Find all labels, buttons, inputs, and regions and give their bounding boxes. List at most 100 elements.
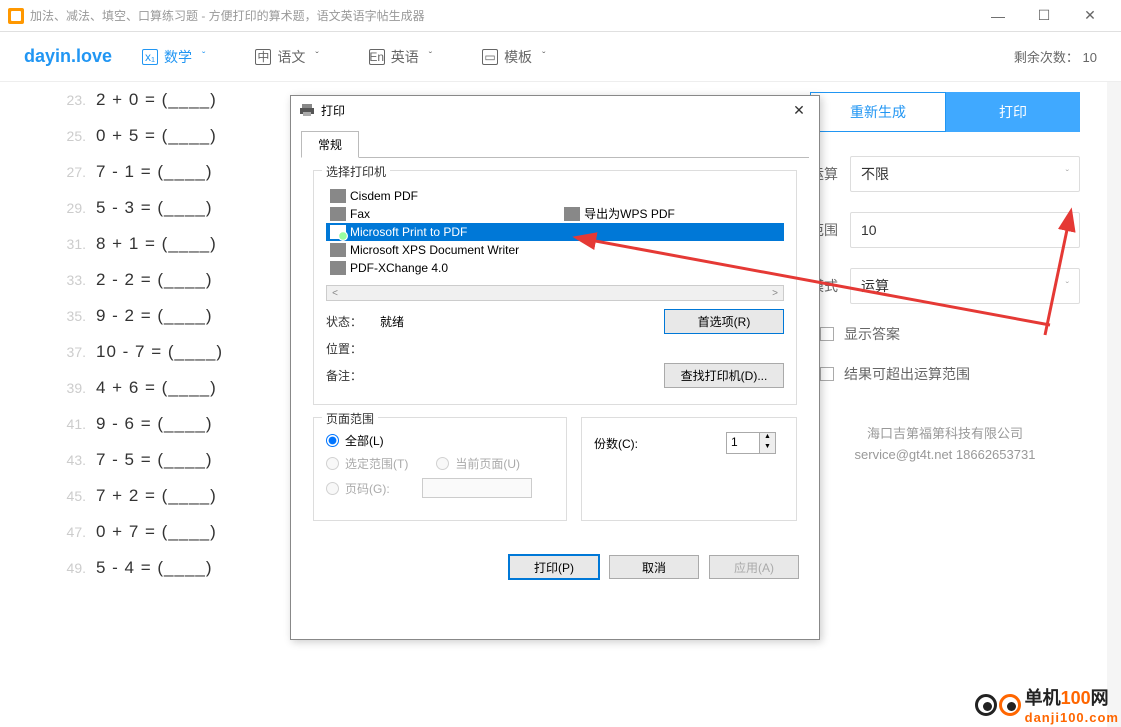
preferences-button[interactable]: 首选项(R) [664,309,784,334]
range-current-radio [436,457,449,470]
scroll-right-icon[interactable]: > [767,288,783,299]
nav-template-label: 模板 [504,47,532,67]
printer-name: Microsoft Print to PDF [350,225,467,239]
sidebar: 重新生成 打印 运算 不限 ˇ 范围 10 ˇ 模式 运算 ˇ 显 [810,82,1110,727]
operation-select[interactable]: 不限 ˇ [850,156,1080,192]
range-pages-label: 页码(G): [345,480,390,497]
dialog-print-button[interactable]: 打印(P) [509,555,599,579]
logo: dayin.love [24,46,112,67]
eye-icon [975,694,997,716]
copies-spinner[interactable]: 1 ▲ ▼ [726,432,776,454]
printer-wps[interactable]: 导出为WPS PDF [564,205,675,222]
notes-label: 备注： [326,367,376,384]
dialog-title-text: 打印 [321,102,345,119]
range-all-radio[interactable] [326,434,339,447]
problem-number: 31. [60,236,96,252]
problem-number: 25. [60,128,96,144]
printer-item[interactable]: PDF-XChange 4.0 [326,259,784,277]
print-button[interactable]: 打印 [946,92,1080,132]
maximize-button[interactable]: ☐ [1021,0,1067,32]
dialog-titlebar: 打印 ✕ [291,96,819,124]
problem-number: 27. [60,164,96,180]
scroll-left-icon[interactable]: < [327,288,343,299]
problem-number: 23. [60,92,96,108]
select-printer-label: 选择打印机 [322,163,390,180]
problem-text: 0 + 7 = (____) [96,522,217,542]
remaining-count: 剩余次数： 10 [1014,47,1097,66]
printer-list[interactable]: Cisdem PDF Fax Microsoft Print to PDF Micro… [326,187,784,277]
printer-item[interactable]: Microsoft Print to PDF [326,223,784,241]
dialog-close-button[interactable]: ✕ [787,102,811,119]
printer-name: Fax [350,207,370,221]
location-label: 位置： [326,340,376,357]
problem-number: 49. [60,560,96,576]
printer-name: Cisdem PDF [350,189,418,203]
problem-text: 10 - 7 = (____) [96,342,223,362]
problem-text: 7 + 2 = (____) [96,486,217,506]
problem-number: 29. [60,200,96,216]
nav-math-label: 数学 [164,47,192,67]
printer-item[interactable]: Microsoft XPS Document Writer [326,241,784,259]
show-answers-label: 显示答案 [844,324,900,344]
chevron-down-icon: ˇ [1066,169,1069,180]
page-scrollbar[interactable] [1107,82,1121,727]
problem-number: 41. [60,416,96,432]
show-answers-checkbox[interactable] [820,327,834,341]
nav-english[interactable]: En 英语 ˇ [369,47,432,67]
app-icon [8,8,24,24]
chevron-down-icon: ˇ [429,51,432,62]
minimize-button[interactable]: — [975,0,1021,32]
overflow-checkbox[interactable] [820,367,834,381]
spinner-up-icon[interactable]: ▲ [759,433,775,443]
template-icon: ▭ [482,49,498,65]
range-selection-radio [326,457,339,470]
chevron-down-icon: ˇ [542,51,545,62]
mode-select[interactable]: 运算 ˇ [850,268,1080,304]
copies-fieldset: 份数(C): 1 ▲ ▼ [581,417,797,521]
nav-template[interactable]: ▭ 模板 ˇ [482,47,545,67]
problem-text: 0 + 5 = (____) [96,126,217,146]
problem-text: 7 - 1 = (____) [96,162,213,182]
problem-number: 47. [60,524,96,540]
printer-icon [330,261,346,275]
problem-number: 37. [60,344,96,360]
problem-text: 4 + 6 = (____) [96,378,217,398]
range-selection-label: 选定范围(T) [345,455,408,472]
printer-item[interactable]: Fax [326,205,784,223]
printer-item[interactable]: Cisdem PDF [326,187,784,205]
printer-fieldset: 选择打印机 Cisdem PDFFaxMicrosoft Print to PD… [313,170,797,405]
chevron-down-icon: ˇ [1066,225,1069,236]
problem-text: 5 - 3 = (____) [96,198,213,218]
page-range-fieldset: 页面范围 全部(L) 选定范围(T) 当前页面(U) 页码(G): [313,417,567,521]
dialog-apply-button: 应用(A) [709,555,799,579]
close-button[interactable]: ✕ [1067,0,1113,32]
printer-scrollbar[interactable]: < > [326,285,784,301]
page-range-input [422,478,532,498]
overflow-label: 结果可超出运算范围 [844,364,970,384]
titlebar: 加法、减法、填空、口算练习题 - 方便打印的算术题，语文英语字帖生成器 — ☐ … [0,0,1121,32]
dialog-cancel-button[interactable]: 取消 [609,555,699,579]
printer-icon [330,225,346,239]
math-icon: x₁ [142,49,158,65]
nav-math[interactable]: x₁ 数学 ˇ [142,47,205,67]
nav-chinese[interactable]: 中 语文 ˇ [255,47,318,67]
chinese-icon: 中 [255,49,271,65]
status-label: 状态： [326,313,376,330]
range-select[interactable]: 10 ˇ [850,212,1080,248]
chevron-down-icon: ˇ [315,51,318,62]
copies-label: 份数(C): [594,435,638,452]
printer-icon [299,102,315,118]
printer-icon [330,243,346,257]
printer-icon [330,189,346,203]
company-info: 海口吉第福第科技有限公司 service@gt4t.net 1866265373… [810,424,1080,466]
problem-number: 35. [60,308,96,324]
watermark-logo: 单机100网 danji100.com [975,684,1119,725]
range-pages-radio [326,482,339,495]
copies-value: 1 [727,433,759,453]
spinner-down-icon[interactable]: ▼ [759,443,775,453]
problem-text: 9 - 6 = (____) [96,414,213,434]
general-tab[interactable]: 常规 [301,131,359,158]
regenerate-button[interactable]: 重新生成 [810,92,946,132]
find-printer-button[interactable]: 查找打印机(D)... [664,363,784,388]
problem-text: 8 + 1 = (____) [96,234,217,254]
